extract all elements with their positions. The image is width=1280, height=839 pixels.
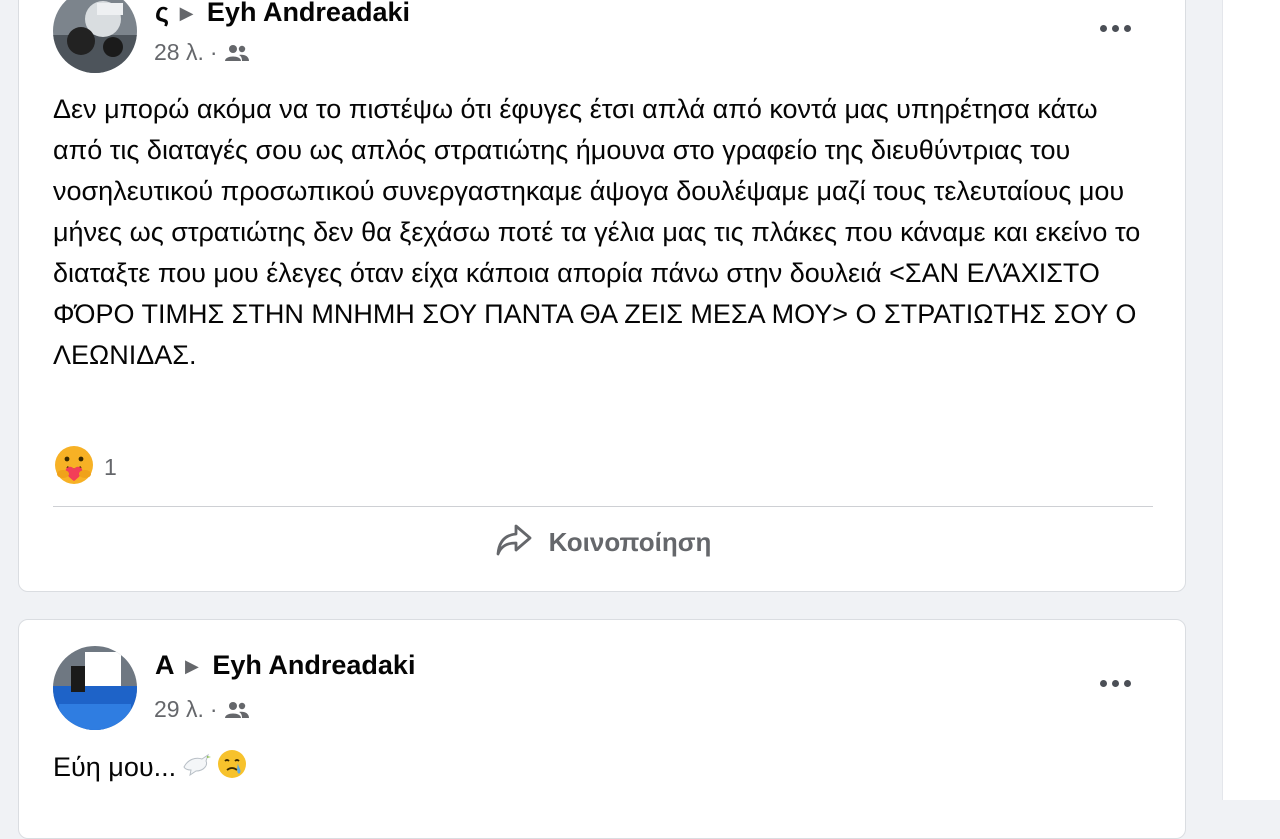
avatar[interactable] bbox=[53, 646, 137, 730]
dot-icon bbox=[1111, 679, 1119, 687]
dove-icon bbox=[180, 749, 212, 786]
dot-icon bbox=[1099, 24, 1107, 32]
author-name-redacted[interactable]: ς bbox=[155, 0, 170, 28]
arrow-right-icon: ▶ bbox=[185, 656, 199, 677]
post-text-content: Εύη μου... bbox=[53, 752, 177, 782]
post-text: Δεν μπορώ ακόμα να το πιστέψω ότι έφυγες… bbox=[53, 94, 1141, 370]
post-header: Α ▶ Eyh Andreadaki bbox=[155, 650, 415, 681]
share-arrow-icon bbox=[495, 523, 533, 562]
friends-icon[interactable] bbox=[224, 43, 250, 63]
post-header: ς ▶ Eyh Andreadaki bbox=[155, 0, 410, 28]
avatar[interactable] bbox=[53, 0, 137, 73]
dot-icon bbox=[1099, 679, 1107, 687]
more-options-button[interactable] bbox=[1092, 668, 1138, 698]
author-name-redacted[interactable]: Α bbox=[155, 650, 176, 681]
meta-separator: · bbox=[209, 39, 218, 65]
care-reaction-icon bbox=[54, 445, 94, 490]
meta-separator: · bbox=[209, 696, 218, 722]
post-text: Εύη μου... bbox=[53, 748, 248, 787]
crying-face-icon bbox=[216, 748, 248, 787]
dot-icon bbox=[1123, 24, 1131, 32]
reaction-count: 1 bbox=[104, 454, 117, 480]
post-meta: 28 λ. · bbox=[154, 39, 250, 66]
timestamp[interactable]: 29 λ. bbox=[154, 696, 204, 723]
arrow-right-icon: ▶ bbox=[179, 3, 194, 24]
dot-icon bbox=[1111, 24, 1119, 32]
share-button[interactable]: Κοινοποίηση bbox=[53, 512, 1153, 572]
friends-icon[interactable] bbox=[224, 700, 250, 720]
timestamp[interactable]: 28 λ. bbox=[154, 39, 204, 66]
post-meta: 29 λ. · bbox=[154, 696, 250, 723]
target-profile-link[interactable]: Eyh Andreadaki bbox=[207, 0, 410, 27]
divider bbox=[53, 506, 1153, 507]
post-card: ς ▶ Eyh Andreadaki 28 λ. · Δεν μπορώ ακό… bbox=[18, 0, 1186, 592]
more-options-button[interactable] bbox=[1092, 13, 1138, 43]
dot-icon bbox=[1123, 679, 1131, 687]
right-panel-edge bbox=[1222, 0, 1280, 800]
target-profile-link[interactable]: Eyh Andreadaki bbox=[212, 650, 415, 680]
post-card: Α ▶ Eyh Andreadaki 29 λ. · Εύη μου... bbox=[18, 619, 1186, 839]
share-label: Κοινοποίηση bbox=[548, 526, 712, 557]
reactions-summary[interactable]: 1 bbox=[54, 445, 117, 490]
